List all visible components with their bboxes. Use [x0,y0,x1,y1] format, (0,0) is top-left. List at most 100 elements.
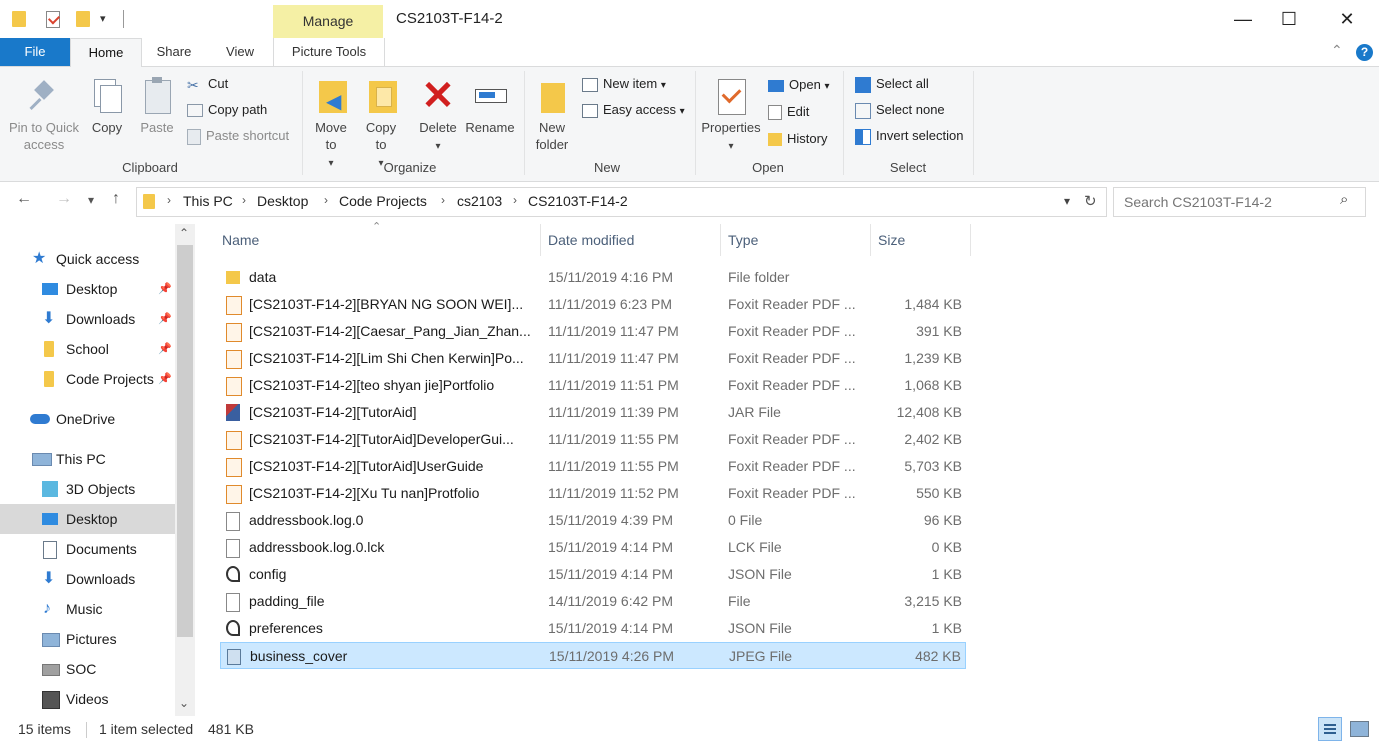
column-header-type[interactable]: Type [728,232,758,248]
minimize-button[interactable]: — [1220,0,1266,38]
new-folder-icon[interactable] [76,11,90,27]
nav-videos[interactable]: Videos [0,684,175,714]
properties-icon[interactable] [46,11,61,28]
breadcrumb-separator[interactable]: › [324,193,328,207]
address-history-chevron-icon[interactable]: ▾ [1064,194,1070,208]
table-row[interactable]: [CS2103T-F14-2][teo shyan jie]Portfolio 1… [220,372,966,399]
table-row[interactable]: [CS2103T-F14-2][TutorAid]DeveloperGui...… [220,426,966,453]
tab-share[interactable]: Share [142,38,206,66]
nav-qa-desktop[interactable]: Desktop 📌 [0,274,175,304]
details-view-icon[interactable] [1318,717,1342,741]
table-row[interactable]: business_cover 15/11/2019 4:26 PM JPEG Fil… [220,642,966,669]
recent-locations-chevron-icon[interactable]: ▾ [88,193,94,207]
easy-access-button[interactable]: Easy access ▾ [582,99,685,121]
column-divider[interactable] [970,224,971,256]
nav-onedrive[interactable]: OneDrive [0,404,175,434]
nav-quick-access[interactable]: ★ Quick access [0,244,175,274]
invert-selection-label: Invert selection [876,128,964,143]
breadcrumb-this-pc[interactable]: This PC [183,193,233,209]
new-folder-button[interactable]: New folder [530,77,574,153]
breadcrumb-cs2103[interactable]: cs2103 [457,193,502,209]
back-arrow-icon[interactable]: ← [16,190,32,208]
rename-button[interactable]: Rename [464,77,516,136]
select-none-button[interactable]: Select none [855,99,945,121]
nav-qa-code-projects[interactable]: Code Projects 📌 [0,364,175,394]
help-icon[interactable]: ? [1356,44,1373,61]
paste-button[interactable]: Paste [137,77,177,136]
breadcrumb-separator[interactable]: › [242,193,246,207]
paste-shortcut-button[interactable]: Paste shortcut [187,125,289,147]
open-button[interactable]: Open ▾ [768,74,829,96]
table-row[interactable]: padding_file 14/11/2019 6:42 PM File 3,215 … [220,588,966,615]
history-button[interactable]: History [768,128,827,150]
tab-home[interactable]: Home [70,38,142,68]
table-row[interactable]: [CS2103T-F14-2][Caesar_Pang_Jian_Zhan...… [220,318,966,345]
edit-button[interactable]: Edit [768,101,809,123]
tab-view[interactable]: View [210,38,270,66]
nav-soc[interactable]: SOC [0,654,175,684]
cut-button[interactable]: ✂ Cut [187,73,228,95]
nav-label: Videos [66,691,109,707]
column-header-name[interactable]: Name [222,232,259,248]
nav-desktop[interactable]: Desktop [0,504,175,534]
copy-button[interactable]: Copy [88,77,126,136]
tab-picture-tools[interactable]: Picture Tools [273,38,385,66]
column-divider[interactable] [540,224,541,256]
breadcrumb-current-folder[interactable]: CS2103T-F14-2 [528,193,628,209]
address-bar[interactable]: › This PC › Desktop › Code Projects › cs… [136,187,1107,217]
nav-qa-downloads[interactable]: ⬇ Downloads 📌 [0,304,175,334]
maximize-button[interactable]: ☐ [1266,0,1312,38]
breadcrumb-code-projects[interactable]: Code Projects [339,193,427,209]
pin-to-quick-access-button[interactable]: Pin to Quick access [6,77,82,153]
scroll-down-icon[interactable]: ⌄ [179,696,189,710]
breadcrumb-desktop[interactable]: Desktop [257,193,308,209]
breadcrumb-separator[interactable]: › [441,193,445,207]
nav-downloads[interactable]: ⬇ Downloads [0,564,175,594]
chevron-down-icon[interactable]: ▾ [100,12,106,25]
scroll-up-icon[interactable]: ⌃ [179,226,189,240]
collapse-ribbon-icon[interactable]: ⌃ [1331,42,1343,59]
new-item-button[interactable]: New item ▾ [582,73,666,95]
table-row[interactable]: [CS2103T-F14-2][Lim Shi Chen Kerwin]Po..… [220,345,966,372]
forward-arrow-icon[interactable]: → [56,190,72,208]
manage-tab[interactable]: Manage [273,5,383,38]
tab-file[interactable]: File [0,38,70,66]
nav-documents[interactable]: Documents [0,534,175,564]
close-button[interactable]: ✕ [1324,0,1370,38]
nav-pictures[interactable]: Pictures [0,624,175,654]
properties-icon [714,77,748,115]
table-row[interactable]: addressbook.log.0 15/11/2019 4:39 PM 0 Fil… [220,507,966,534]
search-box[interactable]: ⌕ [1113,187,1366,217]
table-row[interactable]: data 15/11/2019 4:16 PM File folder [220,264,966,291]
copy-path-button[interactable]: Copy path [187,99,267,121]
column-header-size[interactable]: Size [878,232,905,248]
search-icon[interactable]: ⌕ [1340,191,1348,208]
up-arrow-icon[interactable]: ↑ [112,190,120,208]
column-divider[interactable] [870,224,871,256]
table-row[interactable]: preferences 15/11/2019 4:14 PM JSON File 1 … [220,615,966,642]
properties-button[interactable]: Properties ▾ [700,77,762,155]
table-row[interactable]: config 15/11/2019 4:14 PM JSON File 1 KB [220,561,966,588]
search-input[interactable] [1122,192,1336,212]
nav-3d-objects[interactable]: 3D Objects [0,474,175,504]
move-to-button[interactable]: ◀ Move to ▾ [310,77,352,172]
invert-selection-button[interactable]: Invert selection [855,125,963,147]
column-header-date[interactable]: Date modified [548,232,634,248]
nav-music[interactable]: ♪ Music [0,594,175,624]
copy-to-button[interactable]: Copy to ▾ [360,77,402,172]
table-row[interactable]: addressbook.log.0.lck 15/11/2019 4:14 PM L… [220,534,966,561]
nav-scrollbar-thumb[interactable] [177,245,193,637]
nav-qa-school[interactable]: School 📌 [0,334,175,364]
nav-this-pc[interactable]: This PC [0,444,175,474]
table-row[interactable]: [CS2103T-F14-2][Xu Tu nan]Protfolio 11/11… [220,480,966,507]
table-row[interactable]: [CS2103T-F14-2][TutorAid]UserGuide 11/11/… [220,453,966,480]
breadcrumb-separator[interactable]: › [167,193,171,207]
large-icons-view-icon[interactable] [1350,721,1369,737]
column-divider[interactable] [720,224,721,256]
table-row[interactable]: [CS2103T-F14-2][TutorAid] 11/11/2019 11:3… [220,399,966,426]
refresh-icon[interactable]: ↻ [1084,192,1097,210]
delete-button[interactable]: ✕ Delete ▾ [416,76,460,155]
breadcrumb-separator[interactable]: › [513,193,517,207]
select-all-button[interactable]: Select all [855,73,929,95]
table-row[interactable]: [CS2103T-F14-2][BRYAN NG SOON WEI]... 11/… [220,291,966,318]
